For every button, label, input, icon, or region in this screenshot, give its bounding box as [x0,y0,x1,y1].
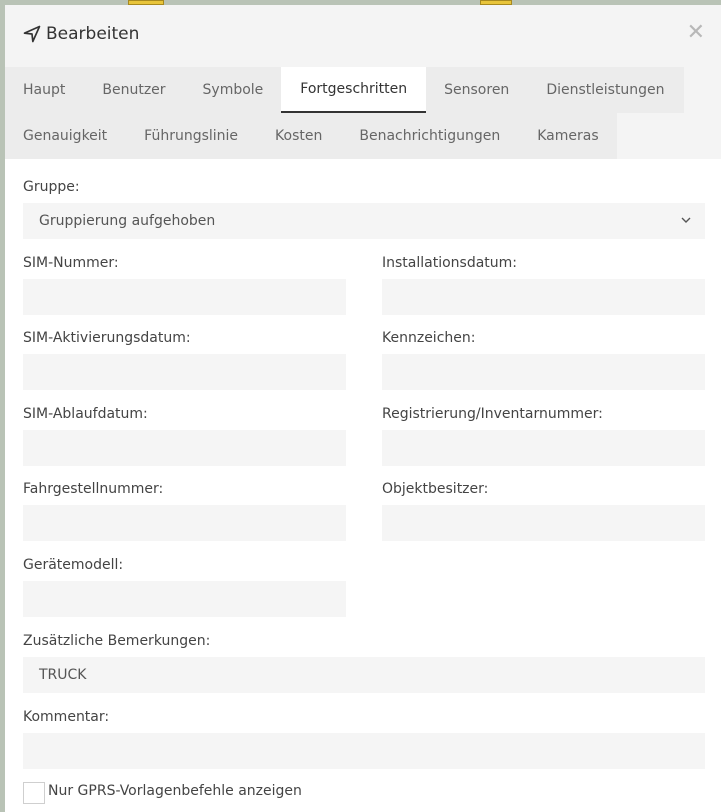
sim-number-field[interactable] [23,279,346,315]
tab-symbole[interactable]: Symbole [184,67,282,113]
sim-number-label: SIM-Nummer: [23,255,119,271]
comment-label: Kommentar: [23,709,110,725]
plate-label: Kennzeichen: [382,330,476,346]
sim-expiry-field[interactable] [23,430,346,466]
tab-row-2: Genauigkeit Führungslinie Kosten Benachr… [5,113,617,159]
owner-field[interactable] [382,505,705,541]
group-select-value: Gruppierung aufgehoben [39,213,216,229]
group-label: Gruppe: [23,179,80,195]
tab-dienstleistungen[interactable]: Dienstleistungen [527,67,684,113]
edit-dialog: Bearbeiten ✕ Haupt Benutzer Symbole Fort… [5,5,721,812]
vin-field[interactable] [23,505,346,541]
remarks-label: Zusätzliche Bemerkungen: [23,633,211,649]
tab-fuehrungslinie[interactable]: Führungslinie [125,113,258,159]
registration-field[interactable] [382,430,705,466]
sim-activation-field[interactable] [23,354,346,390]
tab-benutzer[interactable]: Benutzer [83,67,185,113]
plate-field[interactable] [382,354,705,390]
tab-haupt[interactable]: Haupt [5,67,84,113]
registration-label: Registrierung/Inventarnummer: [382,406,603,422]
sim-expiry-label: SIM-Ablaufdatum: [23,406,148,422]
gprs-checkbox-label[interactable]: Nur GPRS-Vorlagenbefehle anzeigen [48,783,302,799]
chevron-down-icon [681,217,691,223]
vin-label: Fahrgestellnummer: [23,481,164,497]
navigation-arrow-icon [23,25,41,43]
tab-bar: Haupt Benutzer Symbole Fortgeschritten S… [5,67,721,159]
remarks-field[interactable]: TRUCK [23,657,705,693]
install-date-label: Installationsdatum: [382,255,518,271]
tab-kameras[interactable]: Kameras [519,113,617,159]
tab-sensoren[interactable]: Sensoren [426,67,528,113]
form-area: Gruppe: Gruppierung aufgehoben SIM-Numme… [5,159,721,812]
group-select[interactable]: Gruppierung aufgehoben [23,203,705,239]
tab-genauigkeit[interactable]: Genauigkeit [5,113,126,159]
tab-benachrichtigungen[interactable]: Benachrichtigungen [340,113,520,159]
sim-activation-label: SIM-Aktivierungsdatum: [23,330,191,346]
device-model-label: Gerätemodell: [23,557,124,573]
tab-fortgeschritten[interactable]: Fortgeschritten [281,67,427,113]
comment-field[interactable] [23,733,705,769]
tab-kosten[interactable]: Kosten [257,113,341,159]
install-date-field[interactable] [382,279,705,315]
owner-label: Objektbesitzer: [382,481,489,497]
device-model-field[interactable] [23,581,346,617]
dialog-header: Bearbeiten ✕ [5,5,721,67]
tab-row-1: Haupt Benutzer Symbole Fortgeschritten S… [5,67,684,113]
close-icon[interactable]: ✕ [687,22,705,44]
dialog-title: Bearbeiten [46,24,140,44]
gprs-checkbox[interactable] [23,782,45,804]
